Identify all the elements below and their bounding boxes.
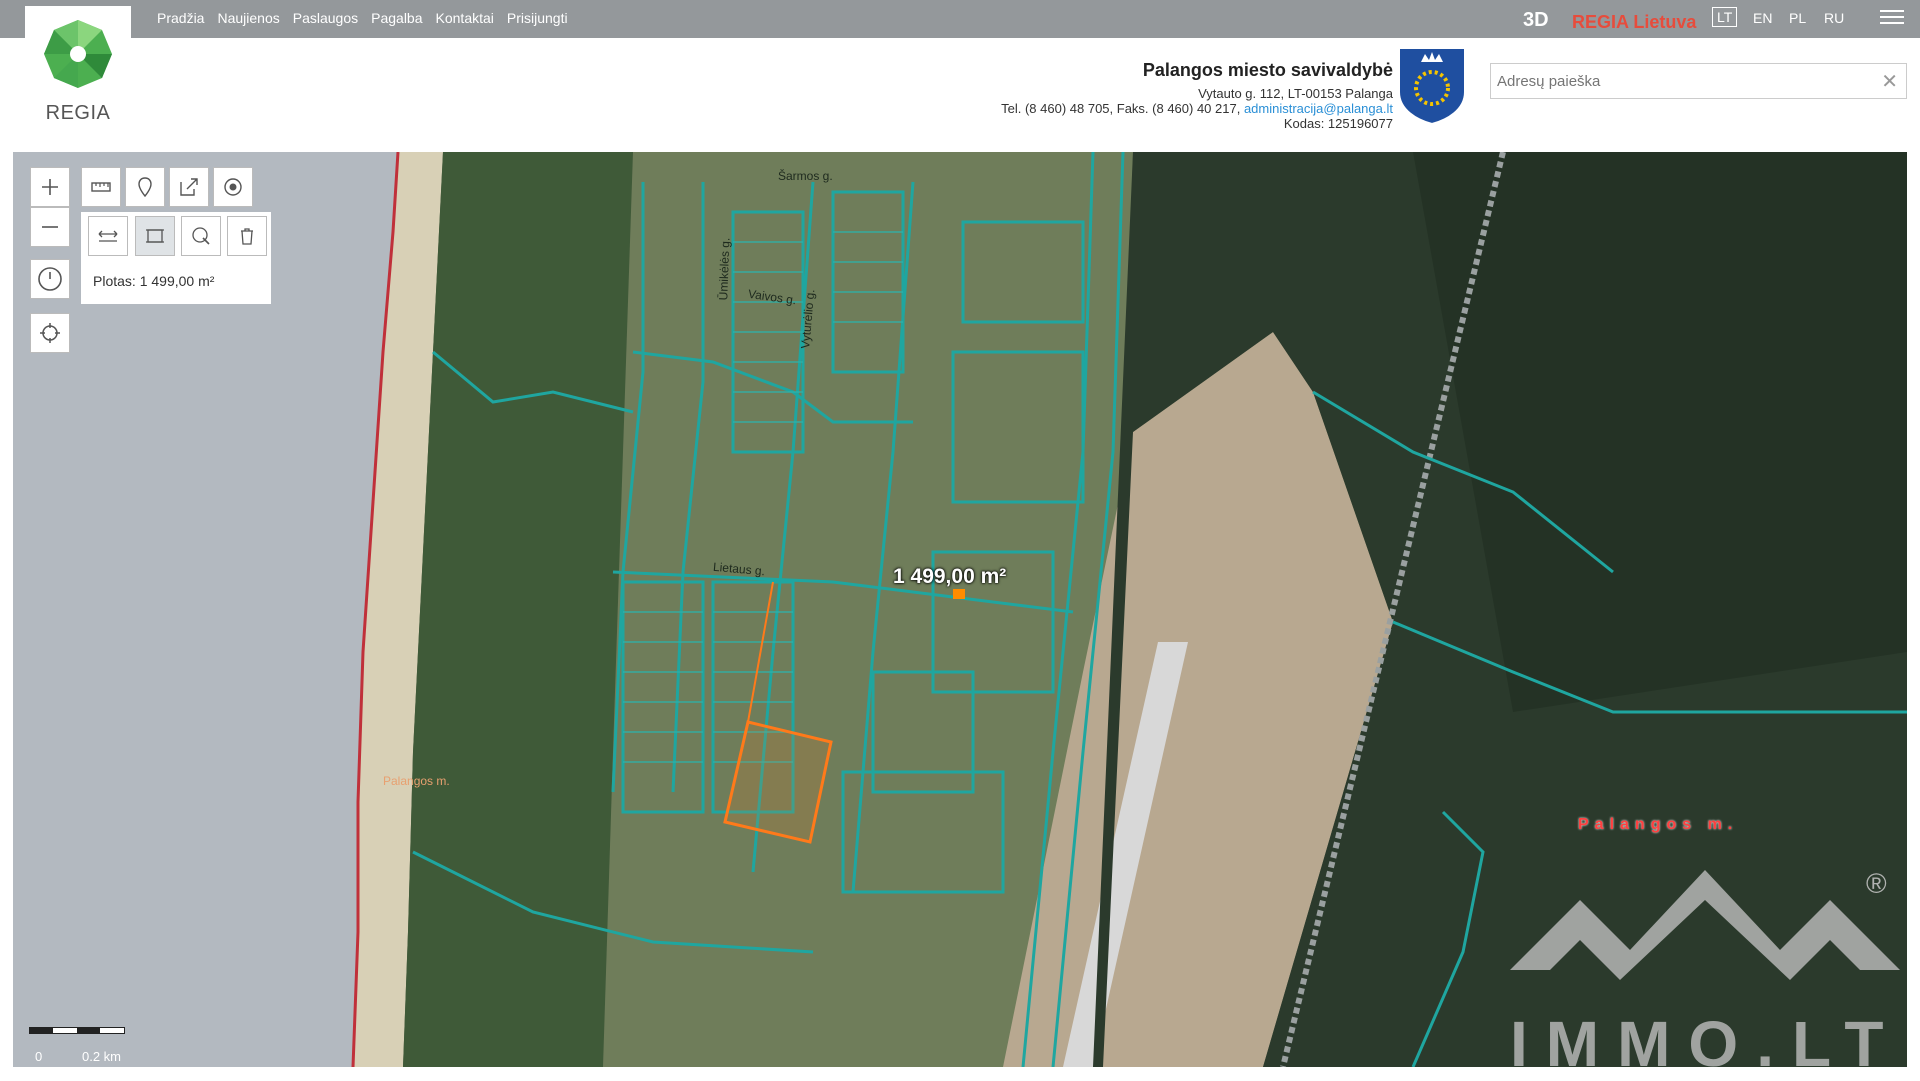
scale-zero: 0: [35, 1049, 43, 1064]
measured-area-label: 1 499,00 m²: [893, 565, 1007, 588]
municipality-phone: Tel. (8 460) 48 705, Faks. (8 460) 40 21…: [1001, 101, 1244, 116]
municipality-name: Palangos miesto savivaldybė: [1142, 60, 1393, 80]
measure-result: Plotas: 1 499,00 m²: [93, 273, 215, 289]
distance-icon: [98, 230, 118, 242]
plus-icon: [42, 179, 58, 195]
regia-lietuva-link[interactable]: REGIA Lietuva: [1572, 12, 1696, 33]
mountains-logo-icon: [1510, 870, 1900, 980]
history-button[interactable]: [30, 259, 70, 299]
nav-help[interactable]: Pagalba: [371, 10, 422, 26]
globe-cursor-icon: [192, 227, 210, 245]
immo-watermark: IMMO.LT: [1490, 860, 1910, 1080]
scale-distance: 0.2 km: [82, 1049, 122, 1064]
measure-distance-button[interactable]: [88, 216, 128, 256]
top-bar: Pradžia Naujienos Paslaugos Pagalba Kont…: [0, 0, 1920, 38]
3d-button[interactable]: 3D: [1523, 9, 1549, 32]
lang-pl[interactable]: PL: [1789, 10, 1806, 26]
nav-news[interactable]: Naujienos: [217, 10, 279, 26]
zoom-in-button[interactable]: [30, 167, 70, 207]
place-label-palanga-east: Palangos m.: [1578, 816, 1739, 833]
hamburger-menu-icon[interactable]: [1880, 10, 1904, 28]
share-button[interactable]: [169, 167, 209, 207]
clear-search-icon[interactable]: ✕: [1881, 69, 1898, 94]
place-label-palanga: Palangos m.: [383, 774, 450, 788]
share-icon: [180, 178, 198, 196]
layers-button[interactable]: [213, 167, 253, 207]
nav-login[interactable]: Prisijungti: [507, 10, 568, 26]
registered-mark: ®: [1866, 868, 1887, 899]
logo-label: REGIA: [45, 102, 111, 124]
coat-of-arms-icon: [1398, 47, 1466, 126]
street-label: Šarmos g.: [778, 169, 833, 183]
target-icon: [224, 178, 242, 196]
crosshair-icon: [40, 323, 60, 343]
trash-icon: [241, 228, 253, 245]
nav-home[interactable]: Pradžia: [157, 10, 204, 26]
locate-button[interactable]: [30, 313, 70, 353]
map-pin-icon: [138, 177, 152, 198]
address-search: ✕: [1490, 63, 1907, 99]
area-icon: [146, 229, 164, 243]
address-search-input[interactable]: [1491, 64, 1863, 98]
nav-services[interactable]: Paslaugos: [293, 10, 358, 26]
street-label: Ūmikėlės g.: [716, 237, 733, 301]
lang-ru[interactable]: RU: [1824, 10, 1844, 26]
lang-en[interactable]: EN: [1753, 10, 1772, 26]
scale-bar-graphic: [29, 1027, 125, 1034]
watermark-text: IMMO.LT: [1510, 1008, 1902, 1080]
place-marker-button[interactable]: [125, 167, 165, 207]
main-nav: Pradžia Naujienos Paslaugos Pagalba Kont…: [157, 10, 568, 26]
municipality-contacts: Tel. (8 460) 48 705, Faks. (8 460) 40 21…: [1001, 101, 1393, 116]
municipality-address: Vytauto g. 112, LT-00153 Palanga: [1198, 86, 1393, 101]
zoom-out-button[interactable]: [30, 207, 70, 247]
municipality-code: Kodas: 125196077: [1283, 116, 1393, 131]
measure-area-button[interactable]: [135, 216, 175, 256]
municipality-email-link[interactable]: administracija@palanga.lt: [1244, 101, 1393, 116]
lang-lt[interactable]: LT: [1712, 7, 1738, 27]
scale-bar: 0 0.2 km: [29, 1027, 125, 1064]
regia-logo-icon: [44, 20, 112, 88]
regia-logo[interactable]: REGIA: [25, 6, 131, 126]
ruler-icon: [91, 182, 111, 192]
measure-tool-button[interactable]: [81, 167, 121, 207]
clear-measure-button[interactable]: [227, 216, 267, 256]
nav-contacts[interactable]: Kontaktai: [436, 10, 494, 26]
measure-select-button[interactable]: [181, 216, 221, 256]
clock-icon: [38, 267, 62, 291]
minus-icon: [42, 226, 58, 228]
